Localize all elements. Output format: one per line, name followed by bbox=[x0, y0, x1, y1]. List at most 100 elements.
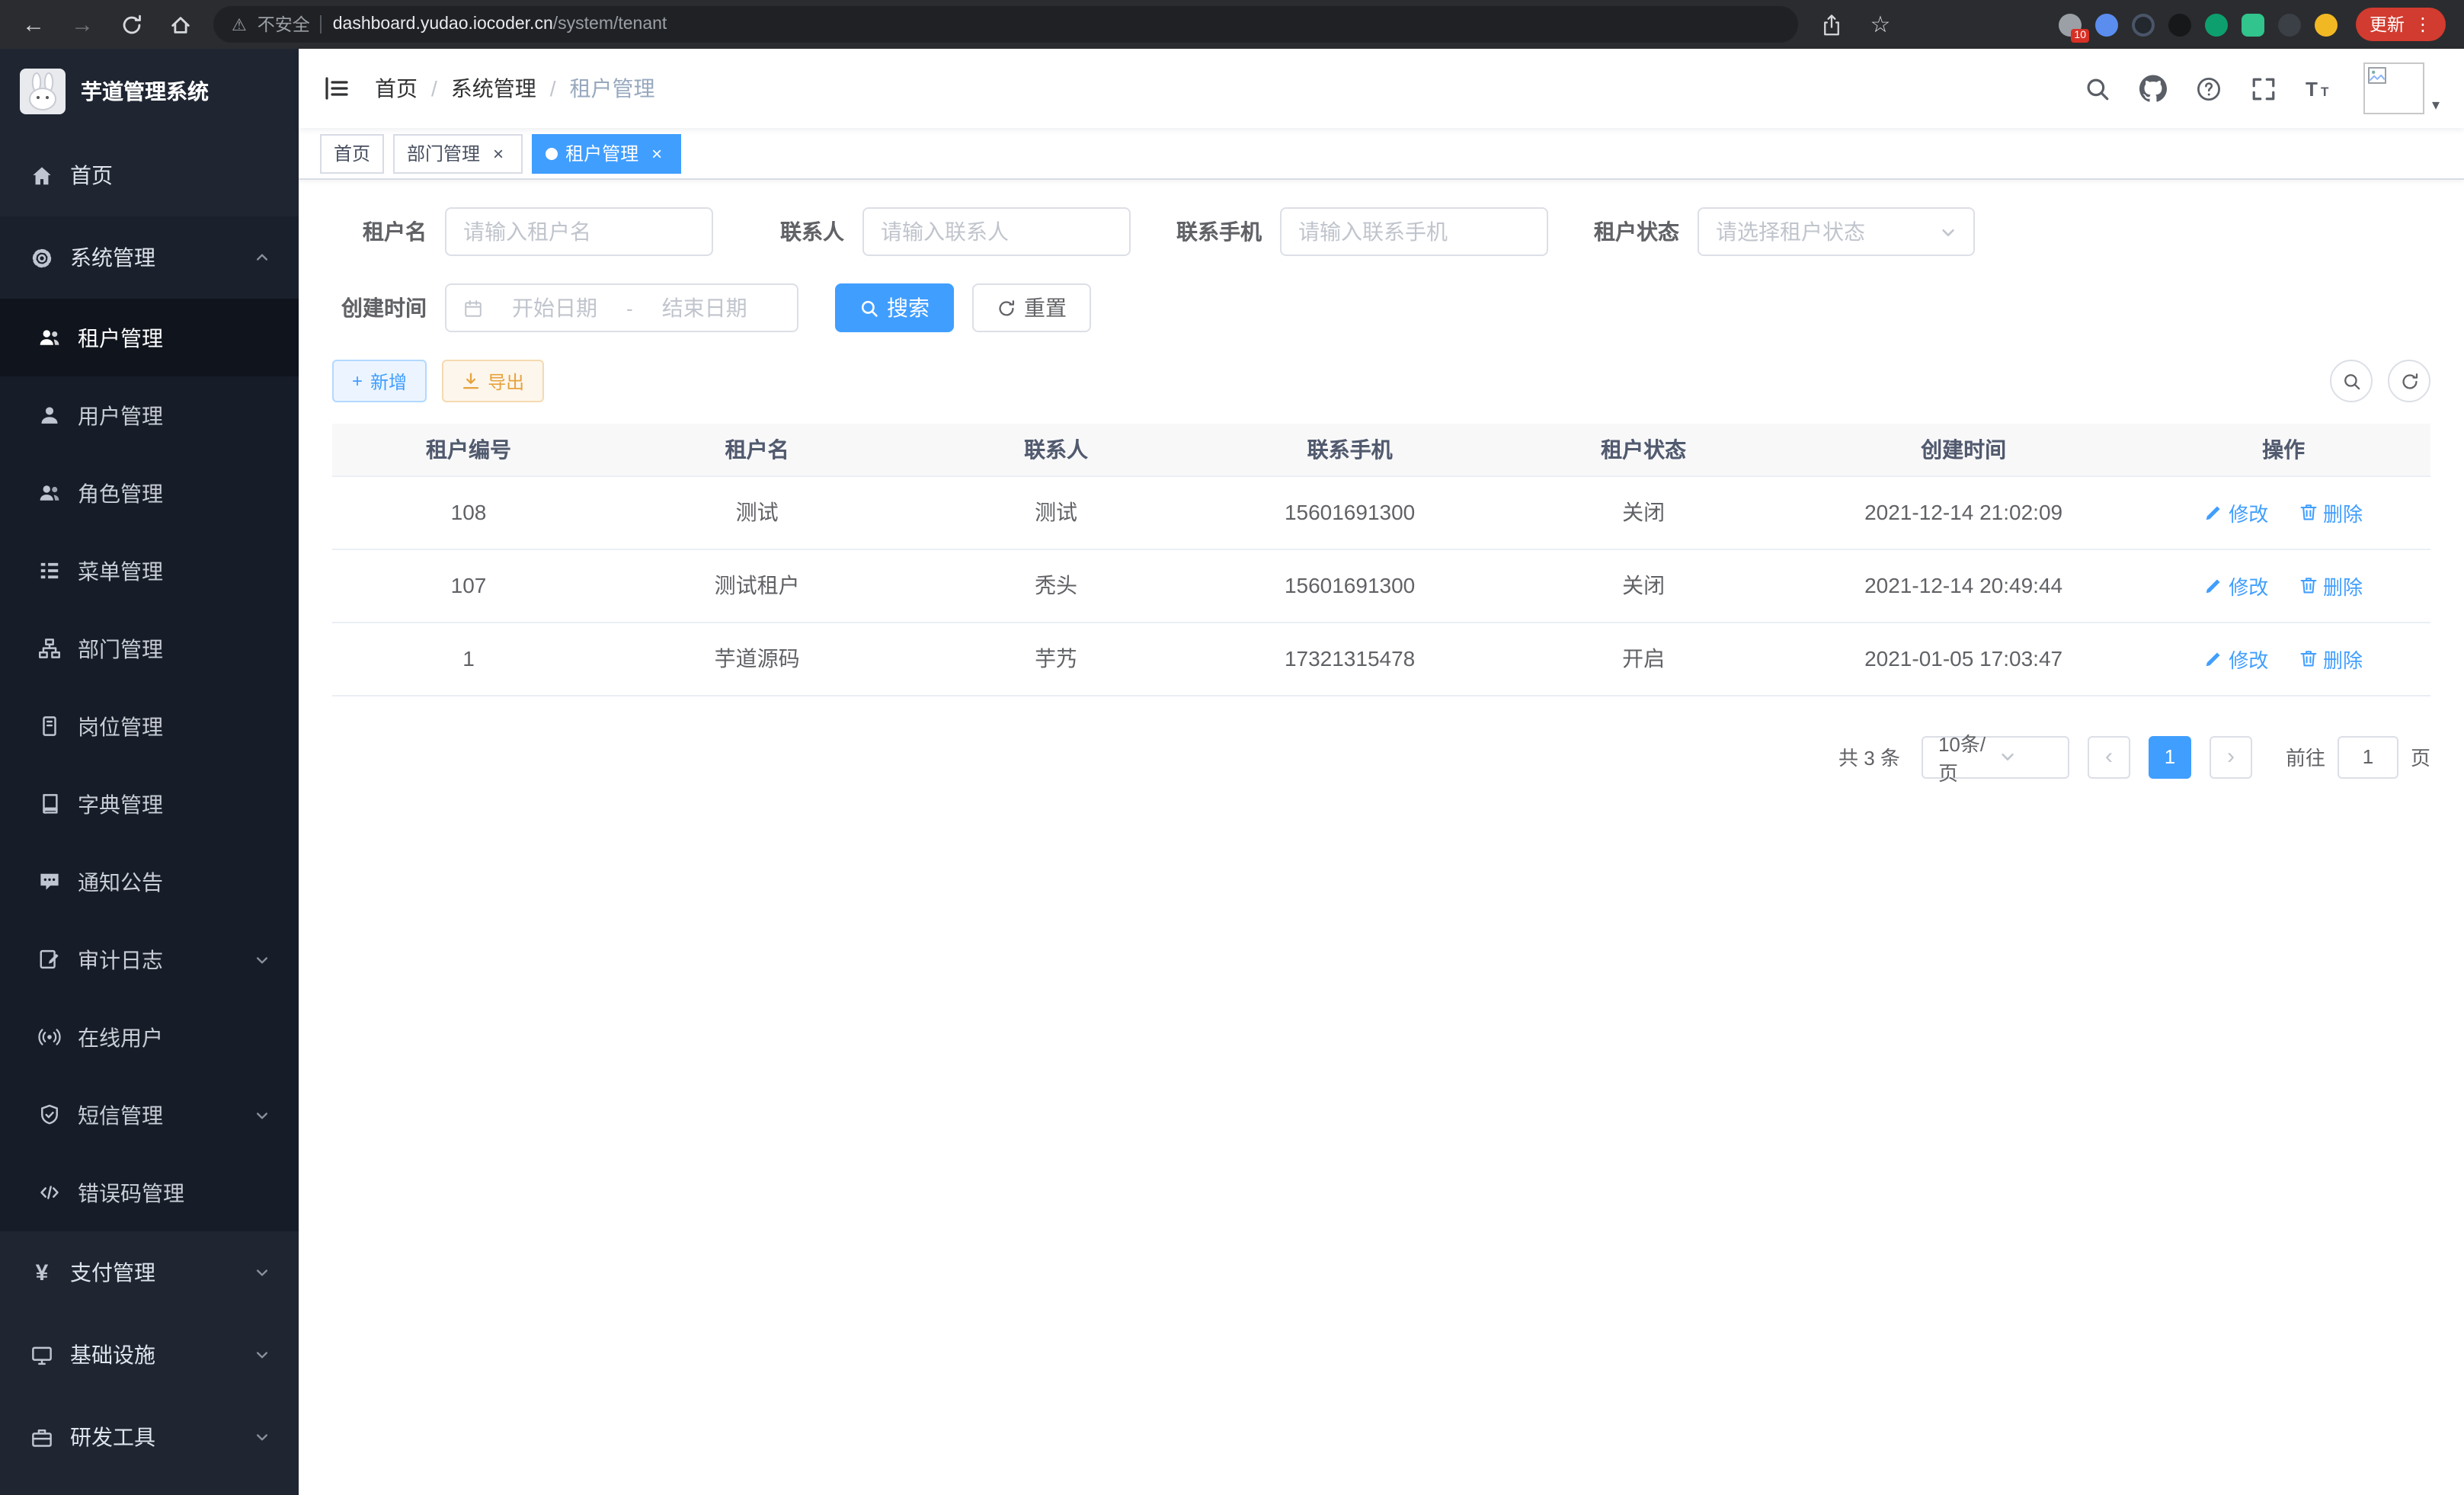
sidebar-item-online[interactable]: 在线用户 bbox=[0, 998, 299, 1076]
close-icon[interactable]: × bbox=[488, 142, 509, 164]
breadcrumb-home[interactable]: 首页 bbox=[375, 73, 418, 104]
browser-extension-icon[interactable] bbox=[2278, 13, 2301, 36]
badge-icon bbox=[37, 715, 62, 738]
sidebar-group-pay[interactable]: ¥ 支付管理 bbox=[0, 1231, 299, 1314]
browser-update-button[interactable]: 更新 ⋮ bbox=[2356, 8, 2446, 41]
add-button[interactable]: + 新增 bbox=[332, 360, 427, 402]
header-search-icon[interactable] bbox=[2085, 75, 2110, 101]
fullscreen-icon[interactable] bbox=[2251, 75, 2277, 101]
browser-home-icon[interactable] bbox=[165, 9, 195, 40]
edit-link[interactable]: 修改 bbox=[2204, 498, 2268, 527]
sidebar-item-role[interactable]: 角色管理 bbox=[0, 454, 299, 532]
column-header: 租户名 bbox=[605, 424, 909, 475]
browser-refresh-icon[interactable] bbox=[116, 9, 146, 40]
mobile-input-field[interactable] bbox=[1298, 219, 1530, 244]
sidebar-item-label: 角色管理 bbox=[78, 478, 270, 508]
help-icon[interactable] bbox=[2196, 75, 2222, 101]
page-number-1[interactable]: 1 bbox=[2149, 735, 2191, 778]
browser-profile-avatar[interactable] bbox=[2315, 13, 2338, 36]
user-avatar-menu[interactable]: ▾ bbox=[2363, 62, 2440, 114]
contact-input-field[interactable] bbox=[881, 219, 1112, 244]
date-end-input[interactable] bbox=[642, 296, 767, 320]
url-path: /system/tenant bbox=[553, 15, 667, 34]
sidebar-item-tenant[interactable]: 租户管理 bbox=[0, 299, 299, 376]
delete-link-label: 删除 bbox=[2323, 498, 2363, 527]
tenant-name-input-field[interactable] bbox=[463, 219, 695, 244]
sidebar-submenu-system: 租户管理 用户管理 角色管理 bbox=[0, 299, 299, 1231]
goto-page-input[interactable] bbox=[2338, 735, 2398, 778]
tag-tenant[interactable]: 租户管理 × bbox=[532, 133, 681, 173]
breadcrumb-separator: / bbox=[550, 76, 556, 101]
page-size-select[interactable]: 10条/页 bbox=[1922, 735, 2069, 778]
edit-link[interactable]: 修改 bbox=[2204, 571, 2268, 600]
sidebar-item-home[interactable]: 首页 bbox=[0, 134, 299, 216]
browser-menu-icon[interactable]: ⋮ bbox=[2414, 14, 2432, 35]
cell-tenant-id: 108 bbox=[332, 475, 605, 549]
sidebar-item-dict[interactable]: 字典管理 bbox=[0, 765, 299, 843]
toolbar-right bbox=[2330, 360, 2430, 402]
sidebar-item-label: 字典管理 bbox=[78, 789, 270, 819]
browser-back-icon[interactable]: ← bbox=[18, 9, 49, 40]
logo-avatar bbox=[20, 69, 66, 114]
address-bar[interactable]: ⚠ 不安全 dashboard.yudao.iocoder.cn/system/… bbox=[213, 6, 1798, 43]
column-header: 操作 bbox=[2136, 424, 2430, 475]
mobile-input[interactable] bbox=[1280, 207, 1548, 256]
tenant-name-input[interactable] bbox=[445, 207, 713, 256]
close-icon[interactable]: × bbox=[646, 142, 667, 164]
sidebar-item-menu[interactable]: 菜单管理 bbox=[0, 532, 299, 610]
field-label: 租户名 bbox=[332, 216, 427, 247]
browser-extension-icon[interactable]: 10 bbox=[2059, 13, 2082, 36]
sidebar-item-label: 支付管理 bbox=[70, 1257, 239, 1288]
date-start-input[interactable] bbox=[492, 296, 617, 320]
search-button[interactable]: 搜索 bbox=[835, 283, 954, 332]
browser-extension-icon[interactable] bbox=[2205, 13, 2228, 36]
sidebar-item-errcode[interactable]: 错误码管理 bbox=[0, 1154, 299, 1231]
browser-extension-icon[interactable] bbox=[2168, 13, 2191, 36]
font-size-icon[interactable]: TT bbox=[2306, 76, 2334, 101]
contact-input[interactable] bbox=[862, 207, 1131, 256]
prev-page-button[interactable]: ‹ bbox=[2088, 735, 2130, 778]
sidebar-item-label: 租户管理 bbox=[78, 322, 270, 353]
sidebar-group-sms[interactable]: 短信管理 bbox=[0, 1076, 299, 1154]
date-range-picker[interactable]: - bbox=[445, 283, 798, 332]
delete-link[interactable]: 删除 bbox=[2299, 644, 2363, 673]
edit-link[interactable]: 修改 bbox=[2204, 644, 2268, 673]
next-page-button[interactable]: › bbox=[2210, 735, 2252, 778]
sidebar-collapse-icon[interactable] bbox=[323, 75, 350, 102]
page-content: 租户名 联系人 联系手机 bbox=[299, 180, 2464, 1495]
browser-extension-icon[interactable] bbox=[2132, 13, 2155, 36]
tenant-status-select[interactable]: 请选择租户状态 bbox=[1698, 207, 1975, 256]
share-icon[interactable] bbox=[1816, 9, 1847, 40]
sidebar-group-infra[interactable]: 基础设施 bbox=[0, 1314, 299, 1396]
sidebar-item-label: 短信管理 bbox=[78, 1100, 239, 1130]
browser-extension-icon[interactable] bbox=[2242, 13, 2264, 36]
tag-dept[interactable]: 部门管理 × bbox=[393, 133, 523, 173]
bookmark-star-icon[interactable]: ☆ bbox=[1865, 9, 1896, 40]
cell-created: 2021-01-05 17:03:47 bbox=[1790, 622, 2136, 695]
breadcrumb-system[interactable]: 系统管理 bbox=[451, 73, 536, 104]
browser-extension-icon[interactable] bbox=[2095, 13, 2118, 36]
reset-button[interactable]: 重置 bbox=[972, 283, 1091, 332]
sidebar-item-user[interactable]: 用户管理 bbox=[0, 376, 299, 454]
url-host: dashboard.yudao.iocoder.cn bbox=[333, 15, 553, 34]
github-icon[interactable] bbox=[2139, 75, 2167, 102]
sidebar-group-tool[interactable]: 研发工具 bbox=[0, 1396, 299, 1478]
sidebar-group-audit[interactable]: 审计日志 bbox=[0, 920, 299, 998]
sidebar: 芋道管理系统 首页 系统管理 bbox=[0, 49, 299, 1495]
tag-home[interactable]: 首页 bbox=[320, 133, 384, 173]
refresh-table-button[interactable] bbox=[2388, 360, 2430, 402]
sidebar-item-post[interactable]: 岗位管理 bbox=[0, 687, 299, 765]
delete-link[interactable]: 删除 bbox=[2299, 571, 2363, 600]
sidebar-item-notice[interactable]: 通知公告 bbox=[0, 843, 299, 920]
cell-tenant-id: 1 bbox=[332, 622, 605, 695]
export-button[interactable]: 导出 bbox=[442, 360, 544, 402]
table-row: 108 测试 测试 15601691300 关闭 2021-12-14 21:0… bbox=[332, 475, 2430, 549]
delete-link[interactable]: 删除 bbox=[2299, 498, 2363, 527]
sidebar-item-dept[interactable]: 部门管理 bbox=[0, 610, 299, 687]
sidebar-group-system[interactable]: 系统管理 bbox=[0, 216, 299, 299]
browser-forward-icon[interactable]: → bbox=[67, 9, 98, 40]
cell-tenant-name: 芋道源码 bbox=[605, 622, 909, 695]
toggle-search-button[interactable] bbox=[2330, 360, 2373, 402]
cell-actions: 修改 删除 bbox=[2136, 622, 2430, 695]
app-title: 芋道管理系统 bbox=[81, 76, 209, 107]
